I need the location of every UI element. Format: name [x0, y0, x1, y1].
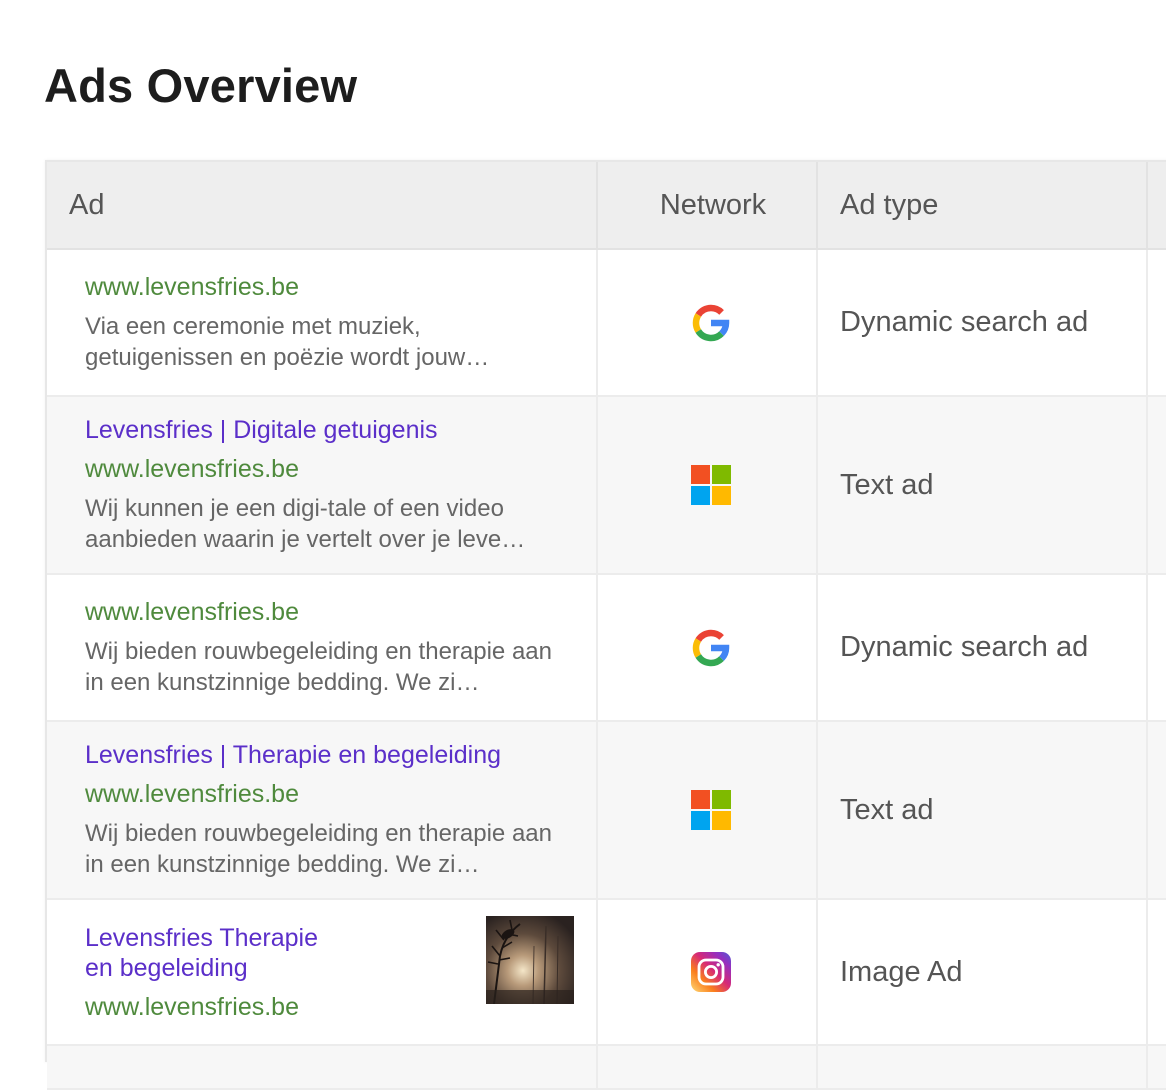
ad-description: Wij kunnen je een digi-tale of een video… — [85, 495, 526, 553]
ad-cell[interactable]: Levensfries | Therapie en begeleiding ww… — [47, 721, 598, 900]
ads-table-container: Ad Network Ad type www.levensfries.be Vi… — [45, 160, 1166, 1090]
ad-url[interactable]: www.levensfries.be — [85, 779, 572, 809]
table-row[interactable] — [47, 1045, 1166, 1090]
network-cell — [597, 396, 818, 575]
ad-cell[interactable]: Levensfries | Digitale getuigenis www.le… — [47, 396, 598, 575]
ad-description: Wij bieden rouwbegeleiding en therapie a… — [85, 638, 552, 696]
column-header-ad[interactable]: Ad — [47, 162, 598, 250]
ad-type-cell: Text ad — [817, 721, 1148, 900]
table-header-row: Ad Network Ad type — [47, 162, 1166, 250]
extra-cell — [1147, 574, 1166, 722]
table-row[interactable]: Levensfries | Therapie en begeleiding ww… — [47, 721, 1166, 900]
column-header-ad-type[interactable]: Ad type — [817, 162, 1148, 250]
page-title: Ads Overview — [44, 59, 358, 112]
table-row[interactable]: Levensfries Therapie en begeleiding www.… — [47, 899, 1166, 1046]
table-row[interactable]: www.levensfries.be Wij bieden rouwbegele… — [47, 574, 1166, 722]
extra-cell — [1147, 1045, 1166, 1090]
extra-cell — [1147, 899, 1166, 1046]
ad-type-cell: Dynamic search ad — [817, 249, 1148, 397]
ad-type-cell: Dynamic search ad — [817, 574, 1148, 722]
column-header-more — [1147, 162, 1166, 250]
ad-description: Wij bieden rouwbegeleiding en therapie a… — [85, 820, 552, 878]
extra-cell — [1147, 721, 1166, 900]
network-cell — [597, 721, 818, 900]
google-icon — [692, 304, 729, 341]
ad-type-cell: Text ad — [817, 396, 1148, 575]
network-cell — [597, 899, 818, 1046]
extra-cell — [1147, 249, 1166, 397]
ad-cell[interactable] — [47, 1045, 598, 1090]
table-row[interactable]: www.levensfries.be Via een ceremonie met… — [47, 249, 1166, 397]
ad-type-cell: Image Ad — [817, 899, 1148, 1046]
ad-cell[interactable]: Levensfries Therapie en begeleiding www.… — [47, 899, 598, 1046]
ads-table: Ad Network Ad type www.levensfries.be Vi… — [47, 162, 1166, 1090]
network-cell — [597, 249, 818, 397]
microsoft-icon — [690, 465, 731, 505]
ad-url[interactable]: www.levensfries.be — [85, 454, 572, 484]
extra-cell — [1147, 396, 1166, 575]
google-icon — [692, 629, 729, 666]
ad-cell[interactable]: www.levensfries.be Via een ceremonie met… — [47, 249, 598, 397]
ad-description: Via een ceremonie met muziek, getuigenis… — [85, 313, 490, 371]
table-row[interactable]: Levensfries | Digitale getuigenis www.le… — [47, 396, 1166, 575]
ad-thumbnail-image[interactable] — [486, 916, 574, 1004]
ad-headline[interactable]: Levensfries | Digitale getuigenis — [85, 415, 572, 445]
column-header-network[interactable]: Network — [597, 162, 818, 250]
ad-type-cell — [817, 1045, 1148, 1090]
ad-cell[interactable]: www.levensfries.be Wij bieden rouwbegele… — [47, 574, 598, 722]
ad-headline[interactable]: Levensfries Therapie en begeleiding — [85, 923, 345, 983]
network-cell — [597, 574, 818, 722]
instagram-icon — [690, 952, 731, 992]
network-cell — [597, 1045, 818, 1090]
microsoft-icon — [690, 790, 731, 830]
ad-url[interactable]: www.levensfries.be — [85, 597, 572, 627]
ad-url[interactable]: www.levensfries.be — [85, 272, 572, 302]
ad-headline[interactable]: Levensfries | Therapie en begeleiding — [85, 740, 572, 770]
